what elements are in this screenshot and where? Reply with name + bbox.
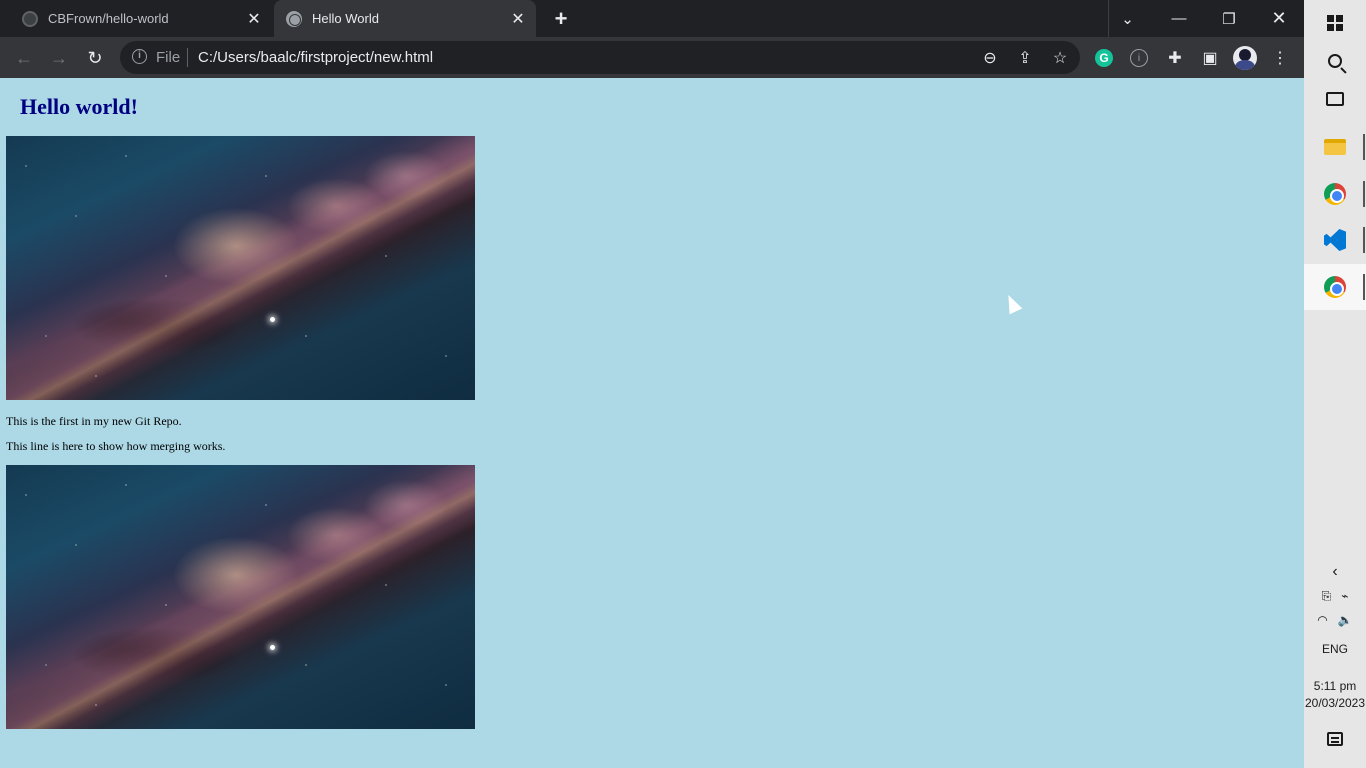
running-indicator	[1363, 181, 1365, 207]
network-icon[interactable]: ◠	[1317, 613, 1327, 627]
new-tab-button[interactable]: +	[548, 6, 574, 32]
reload-icon[interactable]: ↻	[82, 45, 108, 71]
battery-icon[interactable]: ⌁	[1341, 589, 1348, 603]
bookmark-star-icon[interactable]: ☆	[1050, 48, 1070, 68]
paragraph-merge: This line is here to show how merging wo…	[6, 439, 226, 453]
notification-center-button[interactable]	[1304, 728, 1366, 750]
windows-taskbar: ‹ ⎘ ⌁ ◠ 🔈 ENG 5:11 pm 20/03/2023	[1304, 0, 1366, 768]
tab-strip: CBFrown/hello-world ✕ Hello World ✕ + ⌄ …	[0, 0, 1304, 37]
tab-github-hello-world[interactable]: CBFrown/hello-world ✕	[0, 0, 272, 37]
back-arrow-icon[interactable]: ←	[11, 45, 37, 71]
chrome-button[interactable]	[1304, 171, 1366, 217]
tab-hello-world[interactable]: Hello World ✕	[274, 0, 536, 37]
milky-way-image	[6, 465, 475, 729]
running-indicator	[1363, 274, 1365, 300]
mouse-cursor	[1002, 292, 1023, 315]
paragraph-first: This is the first in my new Git Repo.	[6, 414, 182, 428]
extensions-puzzle-icon[interactable]: ✚	[1164, 47, 1186, 69]
close-window-button[interactable]: ✕	[1256, 0, 1302, 37]
minimize-button[interactable]: —	[1156, 0, 1202, 37]
language-indicator[interactable]: ENG	[1304, 639, 1366, 659]
vscode-icon	[1324, 229, 1346, 251]
clock-date[interactable]: 20/03/2023	[1304, 695, 1366, 712]
side-panel-icon[interactable]: ▣	[1199, 47, 1221, 69]
vscode-button[interactable]	[1304, 217, 1366, 263]
tab-title: Hello World	[312, 11, 379, 26]
bright-star	[270, 317, 275, 322]
tray-row-2: ◠ 🔈	[1304, 610, 1366, 630]
close-tab-button[interactable]: ✕	[244, 9, 264, 29]
chrome-icon	[1324, 276, 1346, 298]
extension-circle-icon[interactable]: i	[1130, 49, 1148, 67]
restore-button[interactable]: ❐	[1206, 0, 1252, 37]
page-heading: Hello world!	[20, 94, 138, 119]
star-field	[6, 136, 475, 400]
chrome-icon	[1324, 183, 1346, 205]
browser-toolbar: ← → ↻ i File C:/Users/baalc/firstproject…	[0, 37, 1304, 78]
zoom-icon[interactable]: ⊖	[980, 48, 1000, 68]
profile-avatar[interactable]	[1233, 46, 1257, 70]
scheme-label: File	[156, 49, 181, 66]
menu-kebab-icon[interactable]: ⋮	[1269, 47, 1291, 69]
grammarly-extension-icon[interactable]: G	[1095, 49, 1113, 67]
divider	[187, 48, 188, 67]
notification-icon	[1327, 732, 1343, 746]
file-explorer-button[interactable]	[1304, 124, 1366, 170]
search-icon	[1328, 54, 1342, 68]
milky-way-image	[6, 136, 475, 400]
tab-title: CBFrown/hello-world	[48, 11, 169, 26]
bright-star	[270, 645, 275, 650]
folder-icon	[1324, 139, 1346, 155]
address-bar[interactable]: i File C:/Users/baalc/firstproject/new.h…	[120, 41, 1080, 74]
star-field	[6, 465, 475, 729]
task-view-button[interactable]	[1304, 76, 1366, 122]
browser-window: CBFrown/hello-world ✕ Hello World ✕ + ⌄ …	[0, 0, 1304, 768]
chrome-active-button[interactable]	[1304, 264, 1366, 310]
globe-icon	[286, 10, 302, 27]
forward-arrow-icon[interactable]: →	[46, 45, 72, 71]
meet-icon[interactable]: ⎘	[1322, 589, 1332, 604]
volume-icon[interactable]: 🔈	[1338, 613, 1353, 627]
share-icon[interactable]: ⇪	[1015, 48, 1035, 68]
url-text[interactable]: C:/Users/baalc/firstproject/new.html	[198, 49, 433, 66]
tab-search-button[interactable]: ⌄	[1108, 0, 1146, 37]
running-indicator	[1363, 227, 1365, 253]
running-indicator	[1363, 134, 1365, 160]
github-icon	[22, 10, 38, 27]
show-hidden-icons-button[interactable]: ‹	[1304, 562, 1366, 582]
tray-row-1: ⎘ ⌁	[1304, 586, 1366, 606]
info-icon[interactable]: i	[132, 49, 147, 64]
clock-time[interactable]: 5:11 pm	[1304, 678, 1366, 695]
windows-logo-icon	[1327, 15, 1343, 31]
page-viewport: Hello world! This is the first in my new…	[0, 78, 1304, 768]
close-tab-button[interactable]: ✕	[508, 9, 528, 29]
task-view-icon	[1326, 92, 1344, 106]
